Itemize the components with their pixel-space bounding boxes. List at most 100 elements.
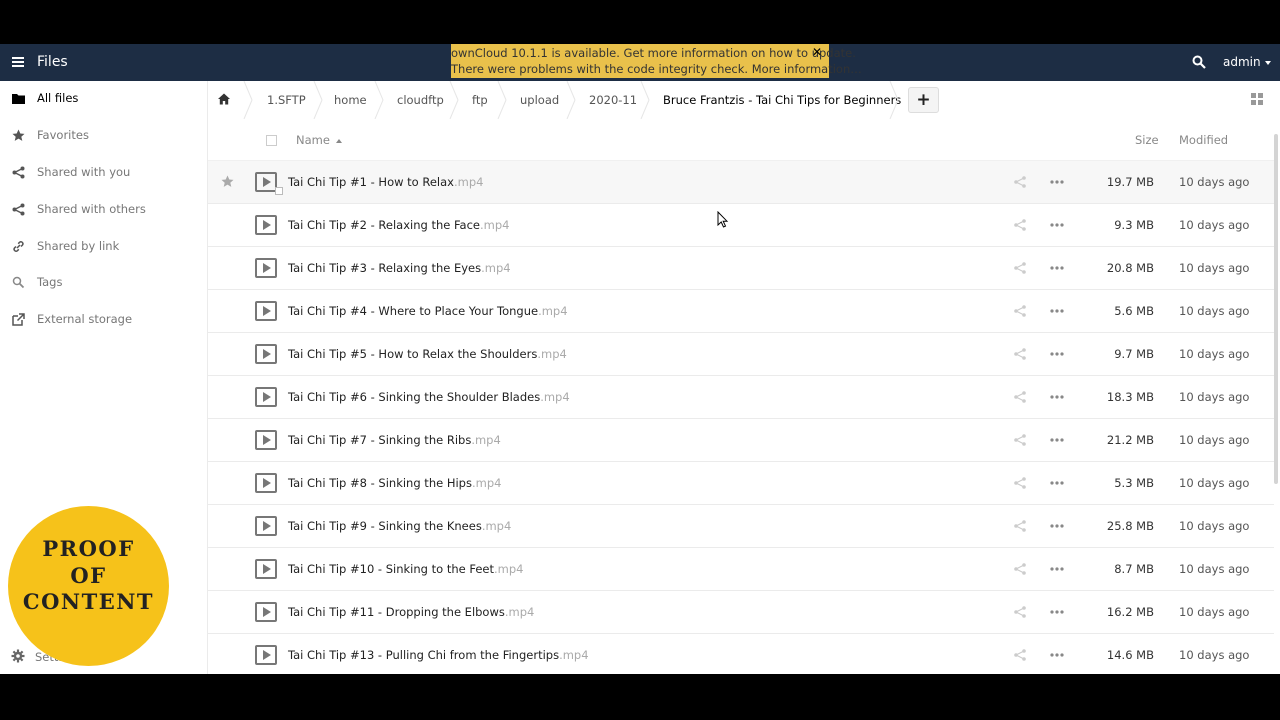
notice-line-update[interactable]: ownCloud 10.1.1 is available. Get more i… — [451, 45, 856, 61]
table-row[interactable]: Tai Chi Tip #3 - Relaxing the Eyes.mp4 2… — [208, 247, 1274, 290]
more-options-icon[interactable] — [1050, 438, 1064, 442]
star-icon[interactable] — [221, 175, 234, 188]
file-basename: Tai Chi Tip #2 - Relaxing the Face — [288, 218, 480, 232]
more-options-icon[interactable] — [1050, 223, 1064, 227]
share-icon[interactable] — [1014, 520, 1026, 532]
column-header-name[interactable]: Name — [296, 133, 342, 147]
sidebar-item-shared-by-link[interactable]: Shared by link — [0, 232, 208, 262]
breadcrumb-item[interactable]: home — [334, 81, 367, 119]
file-name[interactable]: Tai Chi Tip #9 - Sinking the Knees.mp4 — [288, 519, 511, 533]
file-name[interactable]: Tai Chi Tip #8 - Sinking the Hips.mp4 — [288, 476, 501, 490]
row-checkbox[interactable] — [275, 187, 283, 195]
sidebar-item-shared-with-others[interactable]: Shared with others — [0, 195, 208, 225]
more-options-icon[interactable] — [1050, 180, 1064, 184]
video-file-icon[interactable] — [255, 172, 277, 192]
table-row[interactable]: Tai Chi Tip #1 - How to Relax.mp4 19.7 M… — [208, 161, 1274, 204]
file-name[interactable]: Tai Chi Tip #3 - Relaxing the Eyes.mp4 — [288, 261, 511, 275]
more-options-icon[interactable] — [1050, 610, 1064, 614]
breadcrumb-item-current[interactable]: Bruce Frantzis - Tai Chi Tips for Beginn… — [663, 81, 901, 119]
scrollbar[interactable] — [1274, 134, 1278, 484]
video-file-icon[interactable] — [255, 645, 277, 665]
share-icon[interactable] — [1014, 348, 1026, 360]
home-icon[interactable] — [208, 81, 238, 119]
video-file-icon[interactable] — [255, 344, 277, 364]
file-name[interactable]: Tai Chi Tip #11 - Dropping the Elbows.mp… — [288, 605, 534, 619]
more-options-icon[interactable] — [1050, 481, 1064, 485]
notice-line-integrity[interactable]: There were problems with the code integr… — [451, 61, 862, 77]
more-options-icon[interactable] — [1050, 524, 1064, 528]
video-file-icon[interactable] — [255, 430, 277, 450]
file-extension: .mp4 — [481, 261, 511, 275]
file-name[interactable]: Tai Chi Tip #4 - Where to Place Your Ton… — [288, 304, 568, 318]
share-icon[interactable] — [1014, 563, 1026, 575]
breadcrumb: 1.SFTP home cloudftp ftp upload 2020-11 … — [208, 81, 1280, 119]
file-modified: 10 days ago — [1179, 562, 1250, 576]
file-name[interactable]: Tai Chi Tip #1 - How to Relax.mp4 — [288, 175, 483, 189]
breadcrumb-item[interactable]: 2020-11 — [589, 81, 637, 119]
video-file-icon[interactable] — [255, 258, 277, 278]
video-file-icon[interactable] — [255, 516, 277, 536]
menu-icon[interactable] — [12, 57, 24, 67]
share-icon[interactable] — [1014, 176, 1026, 188]
video-file-icon[interactable] — [255, 301, 277, 321]
share-icon[interactable] — [1014, 391, 1026, 403]
share-icon[interactable] — [1014, 219, 1026, 231]
breadcrumb-item[interactable]: upload — [520, 81, 559, 119]
sidebar-item-tags[interactable]: Tags — [0, 268, 208, 298]
more-options-icon[interactable] — [1050, 567, 1064, 571]
video-file-icon[interactable] — [255, 602, 277, 622]
table-row[interactable]: Tai Chi Tip #4 - Where to Place Your Ton… — [208, 290, 1274, 333]
share-icon[interactable] — [1014, 434, 1026, 446]
file-extension: .mp4 — [453, 175, 484, 189]
chevron-right-icon — [889, 81, 899, 119]
video-file-icon[interactable] — [255, 387, 277, 407]
file-name[interactable]: Tai Chi Tip #2 - Relaxing the Face.mp4 — [288, 218, 509, 232]
table-row[interactable]: Tai Chi Tip #2 - Relaxing the Face.mp4 9… — [208, 204, 1274, 247]
file-name[interactable]: Tai Chi Tip #5 - How to Relax the Should… — [288, 347, 567, 361]
select-all-checkbox[interactable] — [266, 135, 277, 146]
table-row[interactable]: Tai Chi Tip #9 - Sinking the Knees.mp4 2… — [208, 505, 1274, 548]
share-icon[interactable] — [1014, 305, 1026, 317]
chevron-down-icon — [1264, 60, 1271, 65]
more-options-icon[interactable] — [1050, 395, 1064, 399]
table-row[interactable]: Tai Chi Tip #10 - Sinking to the Feet.mp… — [208, 548, 1274, 591]
breadcrumb-item[interactable]: cloudftp — [397, 81, 444, 119]
sidebar-item-shared-with-you[interactable]: Shared with you — [0, 158, 208, 188]
table-row[interactable]: Tai Chi Tip #8 - Sinking the Hips.mp4 5.… — [208, 462, 1274, 505]
grid-view-icon[interactable] — [1251, 93, 1263, 105]
file-modified: 10 days ago — [1179, 175, 1250, 189]
video-file-icon[interactable] — [255, 215, 277, 235]
app-title[interactable]: Files — [37, 54, 68, 70]
file-name[interactable]: Tai Chi Tip #10 - Sinking to the Feet.mp… — [288, 562, 523, 576]
column-header-size[interactable]: Size — [1135, 133, 1159, 147]
close-icon[interactable]: ✕ — [812, 44, 822, 60]
table-row[interactable]: Tai Chi Tip #11 - Dropping the Elbows.mp… — [208, 591, 1274, 634]
chevron-right-icon — [243, 81, 253, 119]
file-name[interactable]: Tai Chi Tip #13 - Pulling Chi from the F… — [288, 648, 589, 662]
file-name[interactable]: Tai Chi Tip #6 - Sinking the Shoulder Bl… — [288, 390, 570, 404]
more-options-icon[interactable] — [1050, 352, 1064, 356]
sidebar-item-favorites[interactable]: Favorites — [0, 121, 208, 151]
share-icon[interactable] — [1014, 262, 1026, 274]
user-menu[interactable]: admin — [1223, 55, 1271, 69]
breadcrumb-item[interactable]: ftp — [472, 81, 488, 119]
new-button[interactable]: + — [908, 87, 939, 113]
table-row[interactable]: Tai Chi Tip #6 - Sinking the Shoulder Bl… — [208, 376, 1274, 419]
breadcrumb-item[interactable]: 1.SFTP — [267, 81, 306, 119]
search-icon[interactable] — [1192, 54, 1210, 72]
sidebar-item-external-storage[interactable]: External storage — [0, 305, 208, 335]
column-header-modified[interactable]: Modified — [1179, 133, 1228, 147]
share-icon[interactable] — [1014, 649, 1026, 661]
table-row[interactable]: Tai Chi Tip #5 - How to Relax the Should… — [208, 333, 1274, 376]
sidebar-item-all-files[interactable]: All files — [0, 84, 208, 114]
table-row[interactable]: Tai Chi Tip #13 - Pulling Chi from the F… — [208, 634, 1274, 674]
more-options-icon[interactable] — [1050, 653, 1064, 657]
share-icon[interactable] — [1014, 477, 1026, 489]
table-row[interactable]: Tai Chi Tip #7 - Sinking the Ribs.mp4 21… — [208, 419, 1274, 462]
video-file-icon[interactable] — [255, 559, 277, 579]
share-icon[interactable] — [1014, 606, 1026, 618]
more-options-icon[interactable] — [1050, 309, 1064, 313]
video-file-icon[interactable] — [255, 473, 277, 493]
more-options-icon[interactable] — [1050, 266, 1064, 270]
file-name[interactable]: Tai Chi Tip #7 - Sinking the Ribs.mp4 — [288, 433, 501, 447]
